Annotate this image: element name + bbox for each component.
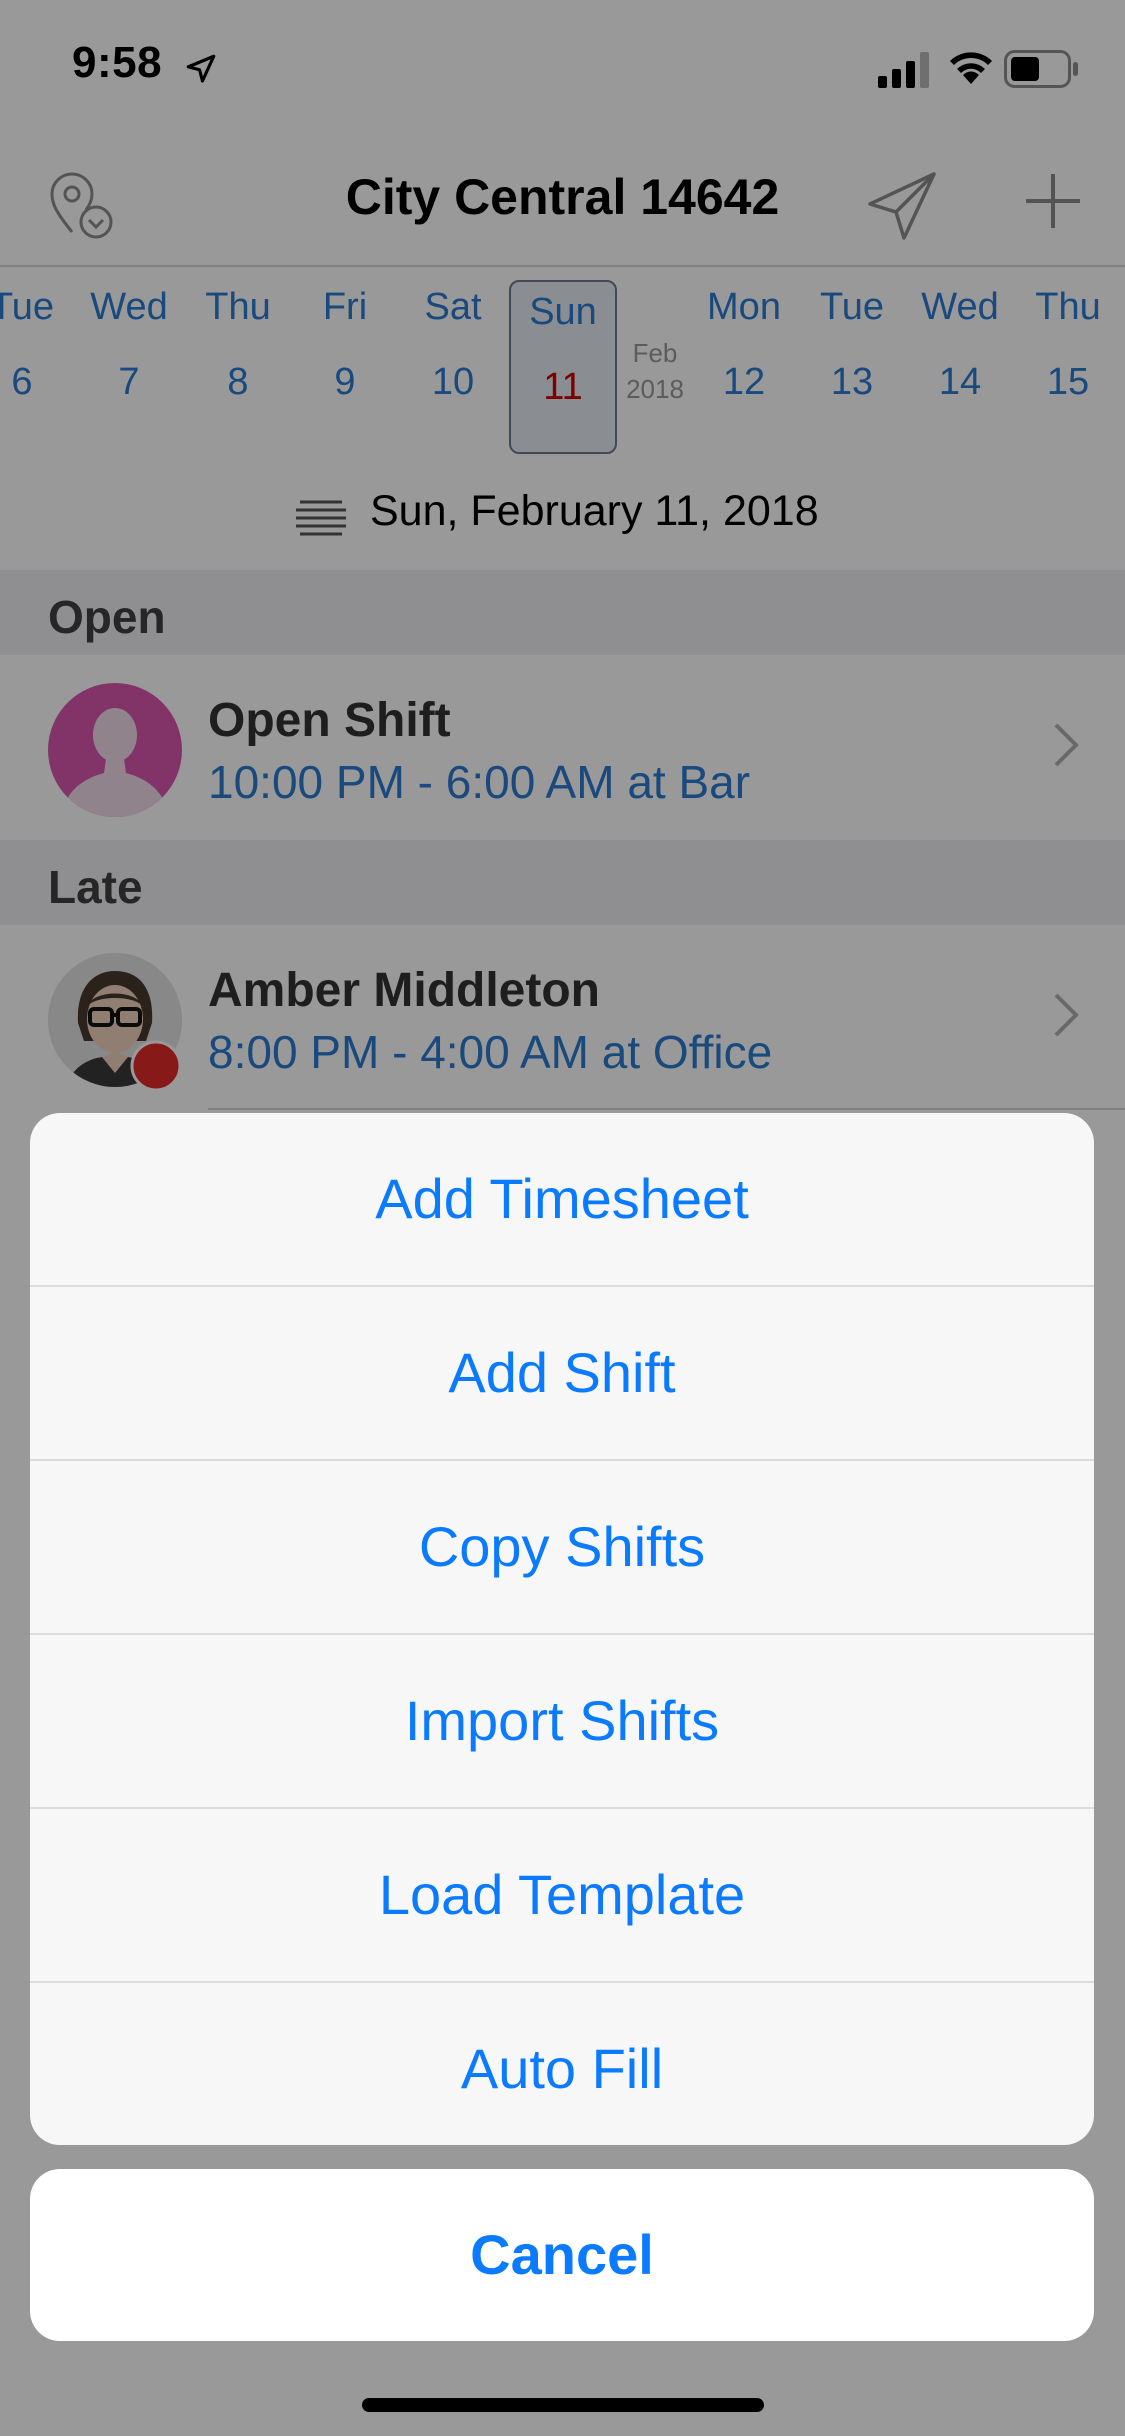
import-shifts-button[interactable]: Import Shifts [30, 1635, 1094, 1809]
load-template-button[interactable]: Load Template [30, 1809, 1094, 1983]
home-indicator[interactable] [362, 2398, 764, 2412]
add-shift-button[interactable]: Add Shift [30, 1287, 1094, 1461]
add-timesheet-button[interactable]: Add Timesheet [30, 1113, 1094, 1287]
action-sheet: Add Timesheet Add Shift Copy Shifts Impo… [30, 1113, 1094, 2145]
copy-shifts-button[interactable]: Copy Shifts [30, 1461, 1094, 1635]
auto-fill-button[interactable]: Auto Fill [30, 1983, 1094, 2145]
cancel-button[interactable]: Cancel [30, 2169, 1094, 2341]
